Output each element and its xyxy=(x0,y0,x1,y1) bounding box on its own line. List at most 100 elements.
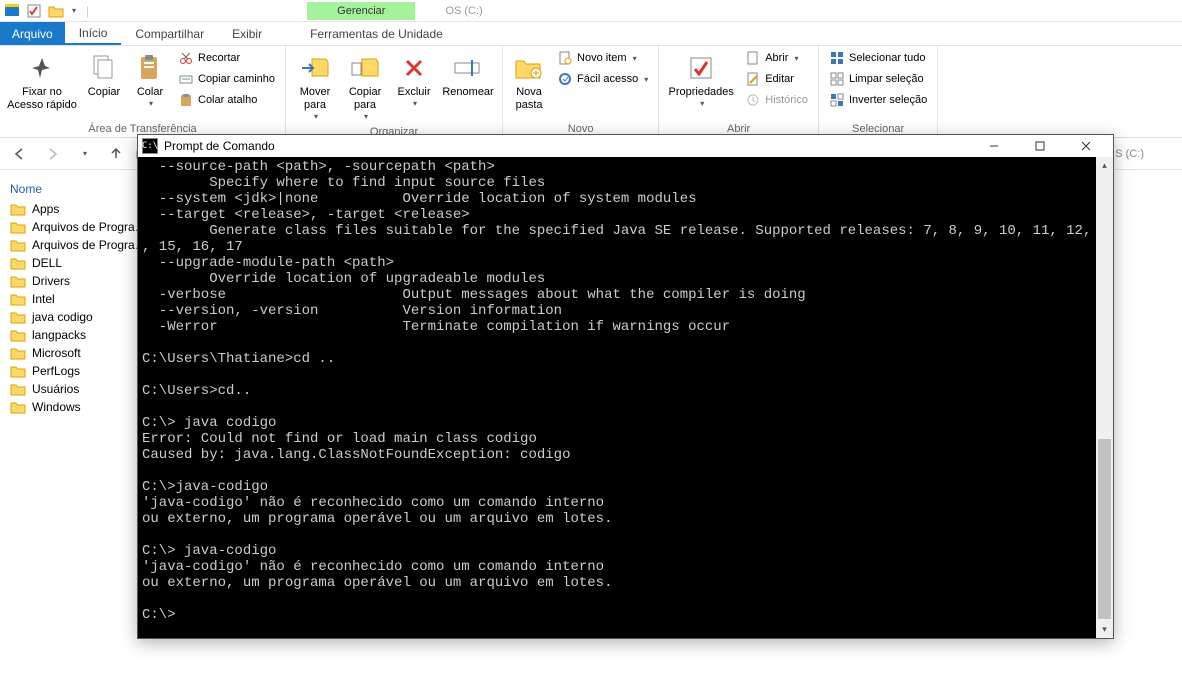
folder-name: Apps xyxy=(32,202,59,216)
maximize-button[interactable] xyxy=(1017,135,1063,157)
paste-button[interactable]: Colar ▾ xyxy=(130,48,170,113)
edit-label: Editar xyxy=(765,73,794,85)
select-all-button[interactable]: Selecionar tudo xyxy=(825,48,931,68)
pin-icon xyxy=(26,52,58,84)
ribbon-group-organize: Mover para▾ Copiar para▾ Excluir▾ Renome… xyxy=(286,46,503,137)
minimize-button[interactable] xyxy=(971,135,1017,157)
paste-shortcut-icon xyxy=(178,92,194,108)
scrollbar-thumb[interactable] xyxy=(1098,439,1111,619)
copy-path-button[interactable]: Copiar caminho xyxy=(174,69,279,89)
paste-shortcut-label: Colar atalho xyxy=(198,94,257,106)
window-title: OS (C:) xyxy=(445,5,482,17)
cmd-scrollbar[interactable]: ▴ ▾ xyxy=(1096,157,1113,638)
invert-selection-label: Inverter seleção xyxy=(849,94,927,106)
folder-name: java codigo xyxy=(32,310,93,324)
chevron-down-icon: ▾ xyxy=(413,99,417,109)
recent-dropdown[interactable]: ▾ xyxy=(72,142,96,166)
copy-button[interactable]: Copiar xyxy=(82,48,126,103)
ribbon-group-select: Selecionar tudo Limpar seleção Inverter … xyxy=(819,46,938,137)
easy-access-button[interactable]: Fácil acesso ▾ xyxy=(553,69,652,89)
edit-icon xyxy=(745,71,761,87)
scroll-down-icon[interactable]: ▾ xyxy=(1096,621,1113,638)
chevron-down-icon: ▾ xyxy=(644,75,648,84)
properties-button[interactable]: Propriedades▾ xyxy=(665,48,737,113)
delete-icon xyxy=(398,52,430,84)
folder-icon xyxy=(10,346,26,360)
paste-shortcut-button[interactable]: Colar atalho xyxy=(174,90,279,110)
tab-file[interactable]: Arquivo xyxy=(0,22,65,45)
delete-label: Excluir xyxy=(398,86,431,99)
folder-icon xyxy=(10,238,26,252)
new-folder-qat-icon[interactable] xyxy=(48,3,64,19)
up-button[interactable] xyxy=(104,142,128,166)
ribbon-group-open: Propriedades▾ Abrir ▾ Editar Histórico A… xyxy=(659,46,819,137)
pin-button[interactable]: Fixar no Acesso rápido xyxy=(6,48,78,116)
terminal-output[interactable]: --source-path <path>, -sourcepath <path>… xyxy=(138,157,1096,638)
tab-home[interactable]: Início xyxy=(65,22,122,45)
open-button[interactable]: Abrir ▾ xyxy=(741,48,812,68)
folder-name: langpacks xyxy=(32,328,86,342)
chevron-down-icon: ▾ xyxy=(314,112,318,122)
manage-context-tab[interactable]: Gerenciar xyxy=(307,2,415,20)
folder-name: Windows xyxy=(32,400,81,414)
cmd-title-bar[interactable]: C:\ Prompt de Comando xyxy=(138,135,1113,157)
folder-icon xyxy=(10,220,26,234)
folder-icon xyxy=(10,364,26,378)
rename-label: Renomear xyxy=(442,86,493,99)
invert-selection-icon xyxy=(829,92,845,108)
select-none-button[interactable]: Limpar seleção xyxy=(825,69,931,89)
tab-drive-tools[interactable]: Ferramentas de Unidade xyxy=(296,22,457,45)
chevron-down-icon: ▾ xyxy=(794,54,798,63)
folder-icon xyxy=(10,292,26,306)
copy-icon xyxy=(88,52,120,84)
cut-button[interactable]: Recortar xyxy=(174,48,279,68)
easy-access-label: Fácil acesso xyxy=(577,73,638,85)
properties-qat-icon[interactable] xyxy=(26,3,42,19)
close-button[interactable] xyxy=(1063,135,1109,157)
new-item-label: Novo item xyxy=(577,52,627,64)
edit-button[interactable]: Editar xyxy=(741,69,812,89)
select-all-label: Selecionar tudo xyxy=(849,52,925,64)
context-tab-area: Gerenciar OS (C:) xyxy=(307,0,483,21)
folder-icon xyxy=(10,328,26,342)
folder-name: Intel xyxy=(32,292,55,306)
delete-button[interactable]: Excluir▾ xyxy=(392,48,436,113)
history-button[interactable]: Histórico xyxy=(741,90,812,110)
folder-icon xyxy=(10,274,26,288)
rename-button[interactable]: Renomear xyxy=(440,48,496,103)
title-bar: ▾ | Gerenciar OS (C:) xyxy=(0,0,1182,22)
tab-share[interactable]: Compartilhar xyxy=(121,22,218,45)
scroll-up-icon[interactable]: ▴ xyxy=(1096,157,1113,174)
chevron-down-icon: ▾ xyxy=(364,112,368,122)
folder-name: Drivers xyxy=(32,274,70,288)
ribbon-group-clipboard: Fixar no Acesso rápido Copiar Colar ▾ Re… xyxy=(0,46,286,137)
rename-icon xyxy=(452,52,484,84)
tab-view[interactable]: Exibir xyxy=(218,22,276,45)
qat-dropdown-icon[interactable]: ▾ xyxy=(72,6,76,15)
folder-icon xyxy=(10,382,26,396)
quick-access-toolbar: ▾ | xyxy=(0,3,97,19)
copy-to-button[interactable]: Copiar para▾ xyxy=(342,48,388,126)
folder-icon xyxy=(10,256,26,270)
back-button[interactable] xyxy=(8,142,32,166)
ribbon-tabs: Arquivo Início Compartilhar Exibir Ferra… xyxy=(0,22,1182,46)
chevron-down-icon: ▾ xyxy=(700,99,704,109)
new-folder-label: Nova pasta xyxy=(509,86,549,112)
copy-to-label: Copiar para xyxy=(342,86,388,112)
pin-label: Fixar no Acesso rápido xyxy=(6,86,78,112)
paste-label: Colar xyxy=(137,86,163,99)
new-folder-button[interactable]: Nova pasta xyxy=(509,48,549,116)
new-item-button[interactable]: Novo item ▾ xyxy=(553,48,652,68)
folder-icon xyxy=(10,400,26,414)
forward-button[interactable] xyxy=(40,142,64,166)
invert-selection-button[interactable]: Inverter seleção xyxy=(825,90,931,110)
scrollbar-track[interactable] xyxy=(1096,174,1113,621)
open-label: Abrir xyxy=(765,52,788,64)
folder-name: Microsoft xyxy=(32,346,81,360)
move-to-button[interactable]: Mover para▾ xyxy=(292,48,338,126)
history-label: Histórico xyxy=(765,94,808,106)
chevron-down-icon: ▾ xyxy=(149,99,153,109)
explorer-icon xyxy=(4,3,20,19)
move-to-icon xyxy=(299,52,331,84)
select-all-icon xyxy=(829,50,845,66)
